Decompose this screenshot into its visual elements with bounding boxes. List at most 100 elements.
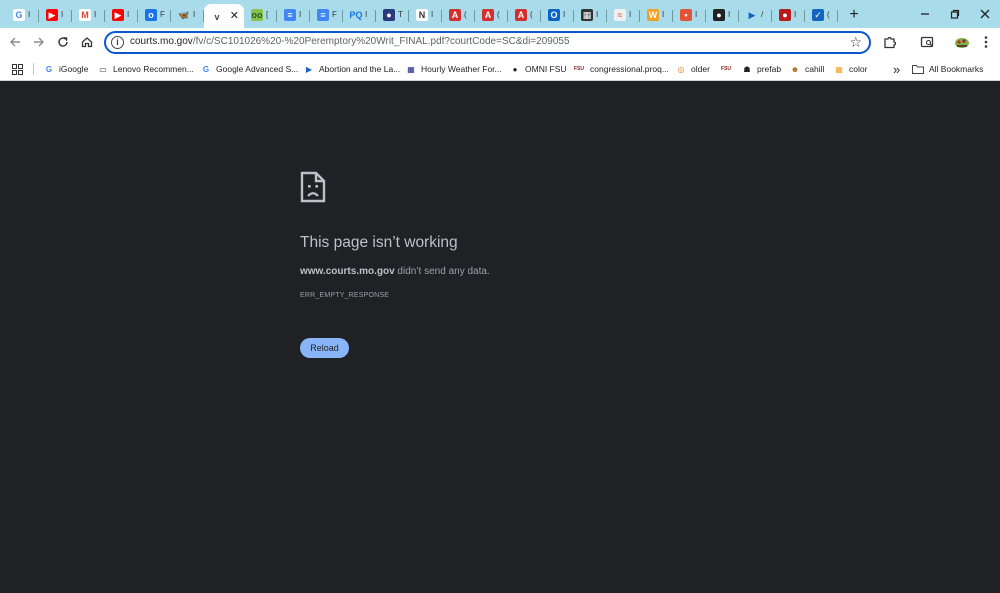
dark-circle-icon: ● — [713, 9, 725, 21]
tab[interactable]: ● T — [376, 4, 409, 26]
tab-list: G I ▶ I M I ▶ Io F 🦋 Iv ✕ oo[≡ I ≡ F PQ I ● T N I A(A(A(O I ▦ I ≈ I… — [6, 2, 864, 30]
new-tab-button[interactable]: + — [844, 5, 864, 25]
tab-title: I — [431, 10, 434, 19]
tab-title: I — [596, 10, 599, 19]
bookmark-item[interactable]: ☻ cahill — [790, 62, 825, 76]
restore-icon — [950, 9, 960, 19]
tab[interactable]: ▶ / — [739, 4, 772, 26]
bookmark-item[interactable]: ☗ prefab — [742, 62, 781, 76]
arrow-left-icon — [10, 37, 20, 47]
all-bookmarks-folder[interactable]: All Bookmarks — [912, 62, 983, 76]
tab[interactable]: ▦ I — [574, 4, 607, 26]
profile-avatar[interactable] — [953, 33, 971, 51]
tab[interactable]: oF — [138, 4, 171, 26]
tab[interactable]: ▶ I — [105, 4, 138, 26]
bookmark-item[interactable]: GiGoogle — [44, 62, 88, 76]
fsu-icon: FSU — [721, 66, 731, 72]
tab-title: I — [299, 10, 302, 19]
tab[interactable]: ≡ I — [277, 4, 310, 26]
tab[interactable]: ≡ F — [310, 4, 343, 26]
tab[interactable]: A( — [508, 4, 541, 26]
bookmark-item[interactable]: ▦ Hourly Weather For... — [406, 62, 502, 76]
puzzle-icon — [884, 36, 897, 49]
error-page: This page isn’t working www.courts.mo.go… — [0, 82, 1000, 593]
tab[interactable]: A( — [475, 4, 508, 26]
google-icon: G — [13, 9, 25, 21]
tab[interactable]: ▪ I — [673, 4, 706, 26]
home-button[interactable] — [77, 32, 97, 52]
tab[interactable]: MI — [72, 4, 105, 26]
bookmark-label: prefab — [757, 64, 782, 74]
minimize-button[interactable] — [910, 0, 940, 28]
site-info-icon[interactable]: i — [111, 36, 124, 49]
folder-icon — [912, 64, 924, 74]
close-window-button[interactable] — [970, 0, 1000, 28]
tab[interactable]: NI — [409, 4, 442, 26]
url-text[interactable]: courts.mo.gov/fv/c/SC101026%20-%20Peremp… — [130, 36, 570, 47]
reload-button[interactable]: Reload — [300, 338, 349, 358]
bookmark-item[interactable]: ● OMNI FSU — [510, 62, 567, 76]
tab[interactable]: oo[ — [244, 4, 277, 26]
menu-button[interactable] — [977, 33, 995, 51]
apps-grid-icon — [12, 63, 23, 75]
restore-button[interactable] — [940, 0, 970, 28]
bookmark-item[interactable]: ▦ color — [834, 62, 867, 76]
refresh-icon — [58, 37, 68, 47]
pdf-icon: A — [449, 9, 461, 21]
tab[interactable]: PQ I — [343, 4, 376, 26]
avatar-icon — [955, 38, 969, 48]
bookmark-item[interactable]: ▭ Lenovo Recommen... — [98, 62, 194, 76]
tab-active[interactable]: v ✕ — [204, 4, 244, 30]
extensions-button[interactable] — [881, 33, 899, 51]
sad-document-icon — [300, 171, 326, 208]
page-icon: ≈ — [614, 9, 626, 21]
document-icon: v — [211, 11, 223, 23]
bookmark-item[interactable]: ◎ older — [676, 62, 710, 76]
more-bookmarks-chevron[interactable]: » — [893, 62, 900, 77]
bookmark-item[interactable]: FSU congressional.proq... — [573, 62, 669, 76]
url-host: courts.mo.gov — [130, 36, 193, 47]
tab-title: I — [365, 10, 368, 19]
home-icon — [81, 37, 93, 48]
red-square-icon: ▪ — [680, 9, 692, 21]
bookmark-star-icon[interactable]: ☆ — [849, 34, 862, 51]
side-panel-button[interactable] — [918, 33, 936, 51]
bookmark-item[interactable]: FSU — [720, 62, 737, 76]
close-tab-icon[interactable]: ✕ — [230, 9, 239, 22]
bookmark-label: older — [691, 64, 710, 74]
tab[interactable]: OI — [541, 4, 574, 26]
bookmark-label: Abortion and the La... — [319, 64, 401, 74]
tab[interactable]: ● I — [772, 4, 805, 26]
gmail-icon: M — [79, 9, 91, 21]
tab-title: I — [695, 10, 698, 19]
error-code[interactable]: ERR_EMPTY_RESPONSE — [300, 292, 389, 299]
tab[interactable]: ● I — [706, 4, 739, 26]
reload-toolbar-button[interactable] — [53, 32, 73, 52]
back-button[interactable] — [5, 32, 25, 52]
tab[interactable]: ✓( — [805, 4, 838, 26]
docs-icon: ≡ — [317, 9, 329, 21]
google-icon: G — [202, 64, 210, 74]
apps-button[interactable] — [12, 62, 23, 76]
bookmark-label: Google Advanced S... — [216, 64, 299, 74]
tab[interactable]: GI — [6, 4, 39, 26]
minimize-icon — [921, 13, 929, 15]
tab-title: I — [127, 10, 130, 19]
bookmarks-bar: GiGoogle ▭ Lenovo Recommen... G Google Advan… — [0, 57, 1000, 81]
tab[interactable]: ≈ I — [607, 4, 640, 26]
tab-title: I — [94, 10, 97, 19]
butterfly-icon: 🦋 — [178, 9, 190, 21]
tab[interactable]: A( — [442, 4, 475, 26]
globe-icon: ● — [512, 64, 518, 74]
tab-title: I — [61, 10, 64, 19]
tab[interactable]: ▶ I — [39, 4, 72, 26]
tab[interactable]: WI — [640, 4, 673, 26]
forward-button[interactable] — [29, 32, 49, 52]
address-bar[interactable]: i courts.mo.gov/fv/c/SC101026%20-%20Pere… — [104, 31, 871, 54]
tab-title: I — [629, 10, 632, 19]
tab[interactable]: 🦋 I — [171, 4, 204, 26]
bookmark-item[interactable]: G Google Advanced S... — [201, 62, 298, 76]
bookmark-label: Hourly Weather For... — [421, 64, 502, 74]
red-circle-icon: ● — [779, 9, 791, 21]
bookmark-item[interactable]: ▶ Abortion and the La... — [304, 62, 400, 76]
